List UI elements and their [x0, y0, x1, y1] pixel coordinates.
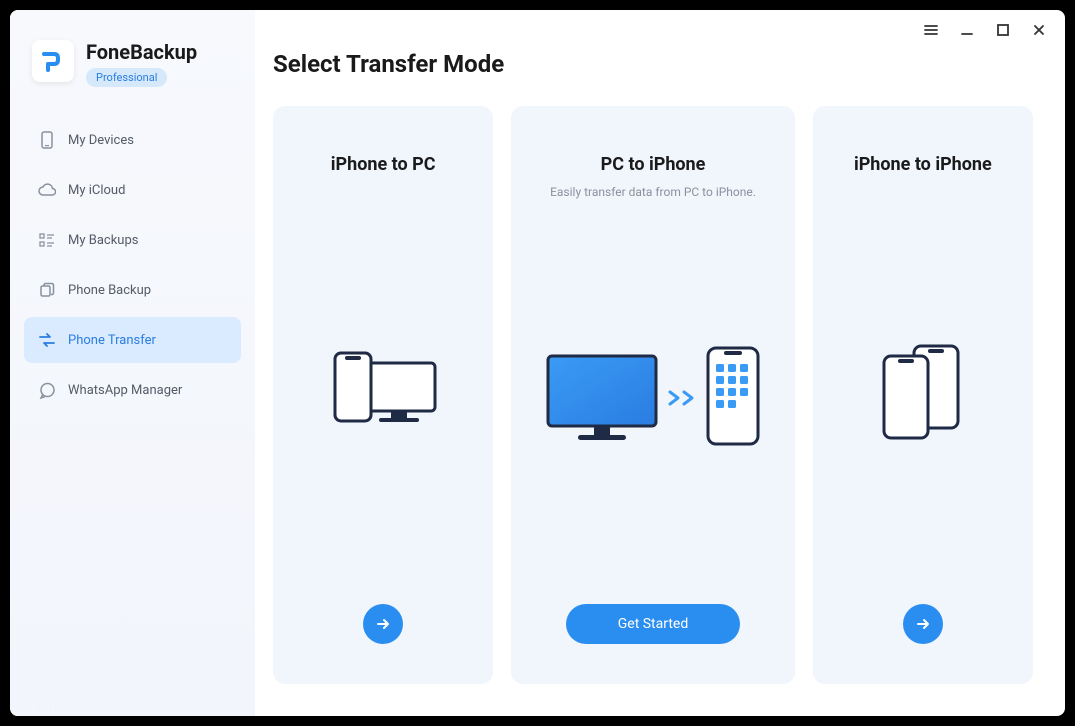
card-pc-to-iphone[interactable]: PC to iPhone Easily transfer data from P…: [511, 106, 794, 684]
cloud-icon: [38, 181, 56, 199]
sidebar: FoneBackup Professional My Devices My iC…: [10, 10, 255, 716]
sidebar-item-label: My iCloud: [68, 183, 125, 198]
iphone-to-pc-illustration: [293, 205, 473, 574]
card-title: iPhone to PC: [331, 154, 436, 175]
app-window: FoneBackup Professional My Devices My iC…: [10, 10, 1065, 716]
sidebar-item-label: Phone Backup: [68, 283, 151, 298]
iphone-to-iphone-arrow-button[interactable]: [903, 604, 943, 644]
iphone-to-iphone-illustration: [833, 205, 1013, 574]
sidebar-item-whatsapp-manager[interactable]: WhatsApp Manager: [24, 367, 241, 413]
sidebar-item-my-backups[interactable]: My Backups: [24, 217, 241, 263]
transfer-mode-cards: iPhone to PC: [273, 106, 1033, 684]
sidebar-item-label: Phone Transfer: [68, 333, 156, 348]
transfer-icon: [38, 331, 56, 349]
card-iphone-to-iphone[interactable]: iPhone to iPhone: [813, 106, 1033, 684]
pc-to-iphone-illustration: [531, 219, 774, 574]
maximize-button[interactable]: [995, 22, 1011, 38]
card-title: iPhone to iPhone: [854, 154, 992, 175]
phone-icon: [38, 131, 56, 149]
list-icon: [38, 231, 56, 249]
minimize-button[interactable]: [959, 22, 975, 38]
app-brand: FoneBackup Professional: [24, 40, 241, 87]
watermark-text: © THESOFTWARE .SHOP: [10, 701, 207, 720]
sidebar-item-label: My Backups: [68, 233, 138, 248]
app-edition-badge: Professional: [86, 68, 167, 87]
sidebar-item-label: My Devices: [68, 133, 134, 148]
card-iphone-to-pc[interactable]: iPhone to PC: [273, 106, 493, 684]
menu-icon[interactable]: [923, 22, 939, 38]
get-started-button[interactable]: Get Started: [566, 604, 741, 644]
sidebar-item-phone-backup[interactable]: Phone Backup: [24, 267, 241, 313]
card-title: PC to iPhone: [601, 154, 706, 175]
main-content: Select Transfer Mode iPhone to PC: [255, 10, 1065, 716]
close-button[interactable]: [1031, 22, 1047, 38]
copy-icon: [38, 281, 56, 299]
sidebar-item-my-devices[interactable]: My Devices: [24, 117, 241, 163]
card-subtitle: Easily transfer data from PC to iPhone.: [550, 185, 756, 199]
chat-icon: [38, 381, 56, 399]
app-title: FoneBackup: [86, 40, 197, 64]
sidebar-item-my-icloud[interactable]: My iCloud: [24, 167, 241, 213]
app-logo: [32, 40, 74, 82]
iphone-to-pc-arrow-button[interactable]: [363, 604, 403, 644]
window-controls: [923, 22, 1047, 38]
sidebar-nav: My Devices My iCloud My Backups Phone Ba…: [24, 117, 241, 413]
page-title: Select Transfer Mode: [273, 50, 1033, 78]
sidebar-item-label: WhatsApp Manager: [68, 383, 182, 398]
sidebar-item-phone-transfer[interactable]: Phone Transfer: [24, 317, 241, 363]
